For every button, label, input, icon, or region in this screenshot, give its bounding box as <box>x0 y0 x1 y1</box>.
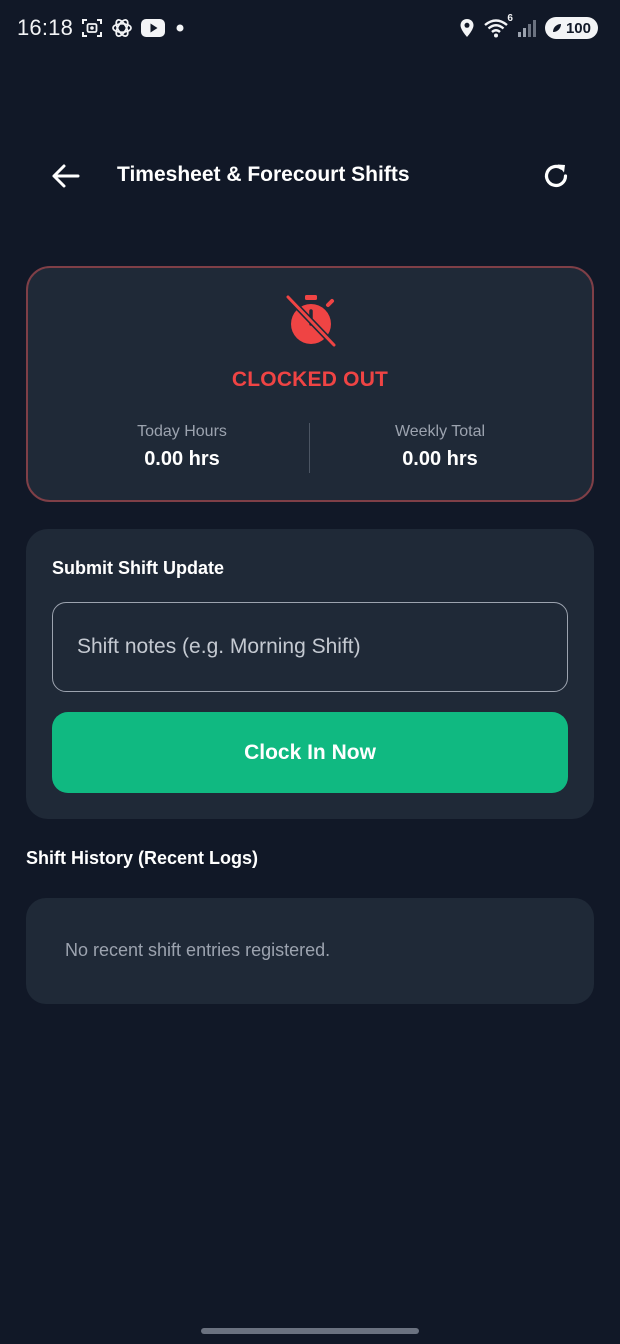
shift-history-title: Shift History (Recent Logs) <box>26 848 259 868</box>
today-hours-label: Today Hours <box>137 423 227 440</box>
weekly-total-stat: Weekly Total 0.00 hrs <box>298 423 582 471</box>
clock-in-button[interactable]: Clock In Now <box>52 712 568 793</box>
page-title: Timesheet & Forecourt Shifts <box>117 163 410 186</box>
battery-indicator: 100 <box>544 17 598 39</box>
shift-history-card: No recent shift entries registered. <box>26 898 594 1004</box>
youtube-icon <box>141 19 165 37</box>
status-left-icons <box>81 17 187 39</box>
notification-dot-icon <box>176 24 184 32</box>
weekly-total-label: Weekly Total <box>394 423 486 440</box>
arrow-left-icon <box>52 164 80 188</box>
refresh-button[interactable] <box>536 156 576 196</box>
battery-saver-icon <box>552 24 561 32</box>
clock-status-text: CLOCKED OUT <box>231 368 389 391</box>
history-empty-message: No recent shift entries registered. <box>65 940 331 960</box>
app-header: Timesheet & Forecourt Shifts <box>0 148 620 204</box>
screenshot-icon <box>82 19 102 37</box>
app-screen: 16:18 6 100 Timesheet & Forecourt Shifts… <box>0 0 620 1344</box>
status-right-icons: 6 100 <box>459 13 598 39</box>
location-icon <box>460 19 474 37</box>
refresh-icon <box>544 164 568 188</box>
chatgpt-icon <box>112 19 132 37</box>
today-hours-stat: Today Hours 0.00 hrs <box>40 423 324 471</box>
wifi-indicator: 6 <box>483 13 513 39</box>
back-button[interactable] <box>46 158 84 194</box>
weekly-total-value: 0.00 hrs <box>402 448 478 470</box>
shift-notes-input[interactable] <box>52 602 568 692</box>
submit-shift-card: Submit Shift Update Clock In Now <box>26 529 594 819</box>
signal-icon <box>517 20 536 37</box>
wifi-icon <box>484 19 508 38</box>
timer-off-icon <box>285 294 337 348</box>
submit-shift-title: Submit Shift Update <box>52 558 224 578</box>
status-time: 16:18 <box>17 15 74 40</box>
battery-level: 100 <box>565 19 591 37</box>
home-indicator[interactable] <box>201 1328 419 1334</box>
clock-status-card: CLOCKED OUT Today Hours 0.00 hrs Weekly … <box>26 266 594 502</box>
status-bar: 16:18 6 100 <box>0 0 620 58</box>
today-hours-value: 0.00 hrs <box>144 448 220 470</box>
wifi-badge: 6 <box>507 13 513 24</box>
